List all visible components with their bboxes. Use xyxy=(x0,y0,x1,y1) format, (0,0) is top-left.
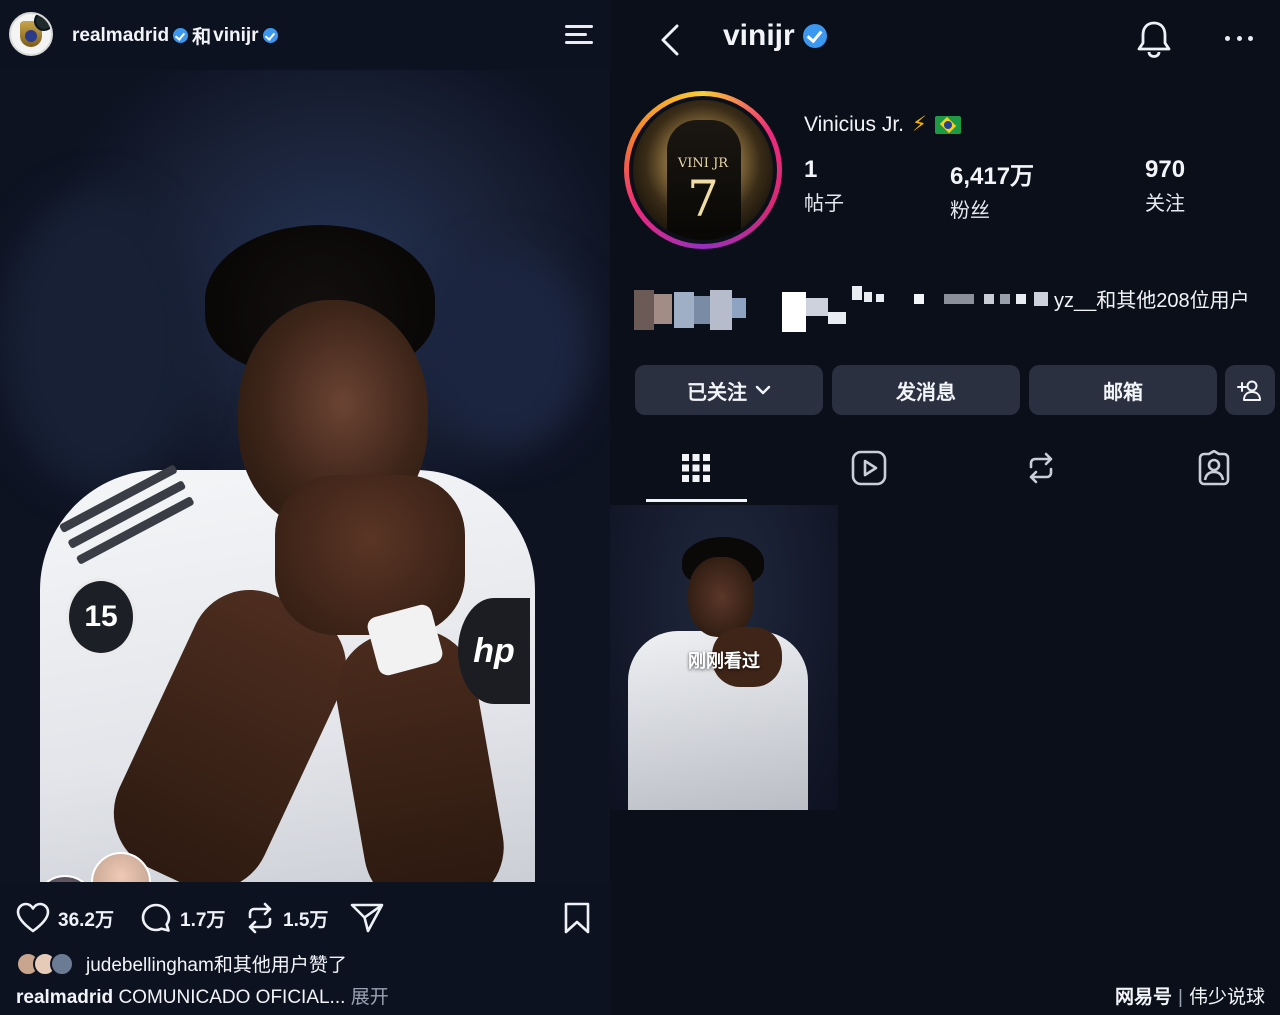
brazil-flag-icon xyxy=(934,115,961,134)
avatar-text-name: VINI JR xyxy=(677,156,729,171)
stat-posts[interactable]: 1 帖子 xyxy=(804,156,844,216)
suggest-people-button[interactable] xyxy=(1225,365,1275,415)
watermark: 网易号 | 伟少说球 xyxy=(1115,987,1265,1008)
caption-more-link[interactable]: 展开 xyxy=(351,987,389,1008)
profile-pane: vinijr VINI JR 7 Vinicius Jr. ⚡ 1 帖子 6,4… xyxy=(610,0,1280,1015)
author-realmadrid[interactable]: realmadrid xyxy=(72,25,169,47)
bookmark-icon xyxy=(564,902,590,934)
back-icon[interactable] xyxy=(660,24,680,56)
post-pane: realmadrid 和 vinijr 15 hp ♥ ♥ xyxy=(0,0,610,1015)
following-button[interactable]: 已关注 xyxy=(635,365,823,415)
post-caption[interactable]: realmadrid COMUNICADO OFICIAL... 展开 xyxy=(16,982,389,1009)
sponsor-logo: hp xyxy=(458,598,530,704)
add-person-icon xyxy=(1237,380,1261,401)
following-label: 关注 xyxy=(1145,193,1185,215)
bookmark-button[interactable] xyxy=(563,902,591,934)
posts-count: 1 xyxy=(804,156,818,183)
caption-text: COMUNICADO OFICIAL... xyxy=(118,987,346,1008)
display-name-text: Vinicius Jr. xyxy=(804,112,904,136)
liked-by[interactable]: judebellingham和其他用户赞了 xyxy=(16,950,347,977)
profile-tabs xyxy=(610,440,1280,504)
repost-icon xyxy=(248,902,272,934)
tab-posts[interactable] xyxy=(676,448,716,488)
like-count: 36.2万 xyxy=(58,909,114,931)
comment-button[interactable]: 1.7万 xyxy=(140,902,225,934)
author-vinijr[interactable]: vinijr xyxy=(213,25,258,47)
verified-icon xyxy=(262,28,278,43)
active-tab-indicator xyxy=(646,499,747,502)
message-button-label: 发消息 xyxy=(896,381,956,404)
repost-button[interactable]: 1.5万 xyxy=(245,902,328,934)
share-button[interactable] xyxy=(350,902,384,934)
heart-icon xyxy=(16,902,50,933)
just-viewed-label: 刚刚看过 xyxy=(688,651,760,671)
tab-tagged[interactable] xyxy=(1194,448,1234,488)
more-icon[interactable] xyxy=(1225,36,1253,42)
like-button[interactable]: 36.2万 xyxy=(16,902,114,934)
comment-icon xyxy=(141,903,171,932)
following-count: 970 xyxy=(1145,156,1186,183)
mosaic-avatar xyxy=(634,290,654,330)
watermark-author: 伟少说球 xyxy=(1188,987,1265,1008)
repost-tab-icon xyxy=(1029,452,1053,484)
reels-icon xyxy=(851,450,887,486)
verified-icon xyxy=(802,24,827,48)
username-text: vinijr xyxy=(723,19,795,52)
menu-icon[interactable] xyxy=(565,25,593,44)
player-hands xyxy=(275,475,465,635)
caption-user[interactable]: realmadrid xyxy=(16,987,113,1008)
post-header: realmadrid 和 vinijr xyxy=(0,0,610,70)
avatar-text-number: 7 xyxy=(687,170,719,228)
realmadrid-avatar[interactable] xyxy=(9,12,53,56)
profile-avatar[interactable]: VINI JR 7 xyxy=(624,91,782,249)
tagged-icon xyxy=(1198,450,1230,486)
profile-display-name: Vinicius Jr. ⚡ xyxy=(804,112,961,137)
tab-reels[interactable] xyxy=(849,448,889,488)
grid-icon xyxy=(682,454,710,482)
watermark-source: 网易号 xyxy=(1115,987,1173,1008)
stat-followers[interactable]: 6,417万 粉丝 xyxy=(950,156,1034,223)
collab-avatar xyxy=(34,14,51,31)
liked-by-text: judebellingham和其他用户赞了 xyxy=(86,955,347,976)
followed-by-text: yz__和其他208位用户 xyxy=(1054,290,1250,312)
email-button[interactable]: 邮箱 xyxy=(1029,365,1217,415)
stat-following[interactable]: 970 关注 xyxy=(1145,156,1185,216)
following-button-label: 已关注 xyxy=(687,381,747,404)
chevron-down-icon xyxy=(755,385,771,395)
followed-by[interactable]: yz__和其他208位用户 xyxy=(634,278,1274,338)
send-icon xyxy=(350,903,384,933)
verified-icon xyxy=(173,28,189,43)
followers-count: 6,417万 xyxy=(950,163,1035,190)
post-photo[interactable]: 15 hp ♥ ♥ xyxy=(0,70,610,882)
profile-header: vinijr xyxy=(610,0,1280,80)
post-authors[interactable]: realmadrid 和 vinijr xyxy=(72,22,280,49)
lightning-emoji: ⚡ xyxy=(912,113,927,136)
followers-label: 粉丝 xyxy=(950,200,990,222)
posts-label: 帖子 xyxy=(804,193,844,215)
bell-icon[interactable] xyxy=(1136,20,1172,58)
comment-count: 1.7万 xyxy=(180,909,226,931)
repost-count: 1.5万 xyxy=(283,909,329,931)
post-actions: 36.2万 1.7万 1.5万 xyxy=(0,882,610,950)
thumb-head xyxy=(688,557,754,637)
message-button[interactable]: 发消息 xyxy=(832,365,1020,415)
champions-badge: 15 xyxy=(66,578,136,656)
grid-post-thumbnail[interactable]: 刚刚看过 xyxy=(610,505,838,810)
email-button-label: 邮箱 xyxy=(1103,381,1143,404)
liker-avatar xyxy=(50,951,74,976)
tab-reposts[interactable] xyxy=(1021,448,1061,488)
profile-username: vinijr xyxy=(723,19,829,53)
author-joiner: 和 xyxy=(192,27,212,48)
